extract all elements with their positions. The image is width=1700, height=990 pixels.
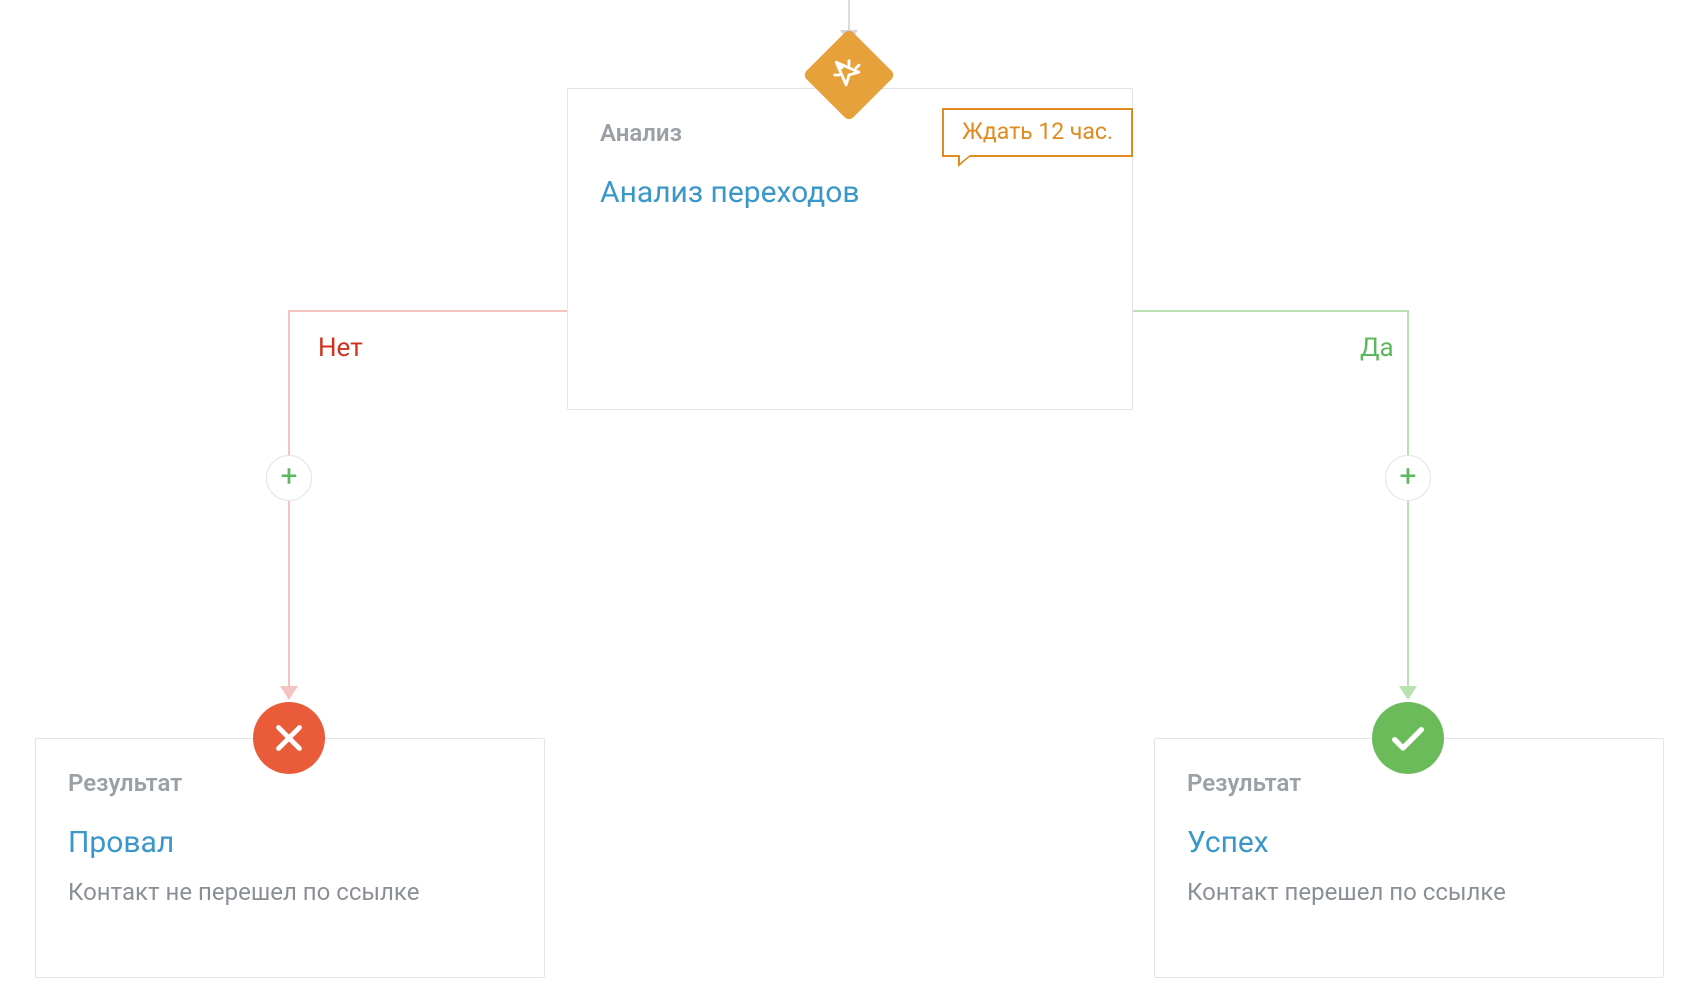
fail-icon xyxy=(253,702,325,774)
result-success-node[interactable]: Результат Успех Контакт перешел по ссылк… xyxy=(1154,738,1664,978)
node-title: Успех xyxy=(1187,825,1631,860)
node-title: Провал xyxy=(68,825,512,860)
branch-label-yes: Да xyxy=(1360,333,1394,363)
result-fail-node[interactable]: Результат Провал Контакт не перешел по с… xyxy=(35,738,545,978)
no-branch-connector-h xyxy=(289,310,567,312)
yes-branch-connector-v xyxy=(1407,310,1409,694)
arrowhead-down-icon xyxy=(280,686,298,700)
node-subtitle: Контакт не перешел по ссылке xyxy=(68,878,512,906)
wait-duration-tag[interactable]: Ждать 12 час. xyxy=(942,108,1133,157)
branch-label-no: Нет xyxy=(318,333,363,363)
success-icon xyxy=(1372,702,1444,774)
add-node-yes-button[interactable]: + xyxy=(1385,455,1431,501)
node-title: Анализ переходов xyxy=(600,175,1100,210)
arrowhead-down-icon xyxy=(1399,686,1417,700)
yes-branch-connector-h xyxy=(1133,310,1409,312)
add-node-no-button[interactable]: + xyxy=(266,455,312,501)
node-subtitle: Контакт перешел по ссылке xyxy=(1187,878,1631,906)
no-branch-connector-v xyxy=(288,310,290,694)
